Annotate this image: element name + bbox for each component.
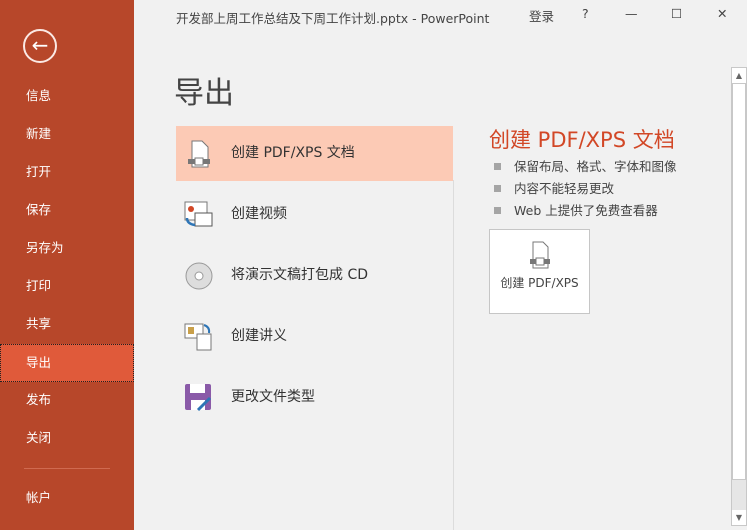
- sign-in-link[interactable]: 登录: [529, 6, 554, 25]
- option-package-cd[interactable]: 将演示文稿打包成 CD: [176, 248, 453, 303]
- nav-info[interactable]: 信息: [0, 77, 134, 115]
- save-as-type-icon: [185, 384, 212, 412]
- cd-icon: [185, 262, 213, 290]
- option-create-pdf[interactable]: 创建 PDF/XPS 文档: [176, 126, 453, 181]
- create-pdf-xps-button[interactable]: 创建 PDF/XPS: [489, 229, 590, 314]
- nav-share[interactable]: 共享: [0, 305, 134, 343]
- panel-divider: [453, 180, 454, 530]
- help-button[interactable]: ?: [582, 6, 589, 21]
- scrollbar-thumb[interactable]: [732, 83, 746, 480]
- window-title: 开发部上周工作总结及下周工作计划.pptx - PowerPoint: [176, 11, 490, 26]
- nav-open[interactable]: 打开: [0, 153, 134, 191]
- pdf-document-icon: [530, 241, 550, 269]
- vertical-scrollbar[interactable]: ▲ ▼: [731, 67, 747, 526]
- handout-icon: [184, 323, 212, 351]
- nav-export[interactable]: 导出: [0, 344, 134, 382]
- nav-save[interactable]: 保存: [0, 191, 134, 229]
- pdf-document-icon: [188, 140, 210, 168]
- option-create-video[interactable]: 创建视频: [176, 187, 453, 242]
- detail-bullet: Web 上提供了免费查看器: [494, 200, 658, 219]
- back-button[interactable]: ←: [23, 29, 57, 63]
- nav-close[interactable]: 关闭: [0, 419, 134, 457]
- nav-new[interactable]: 新建: [0, 115, 134, 153]
- scroll-up-arrow-icon[interactable]: ▲: [732, 68, 746, 83]
- sidebar-divider: [24, 468, 110, 469]
- video-icon: [184, 201, 213, 227]
- close-button[interactable]: ✕: [717, 6, 727, 21]
- nav-account[interactable]: 帐户: [0, 479, 134, 517]
- nav-print[interactable]: 打印: [0, 267, 134, 305]
- scroll-down-arrow-icon[interactable]: ▼: [732, 510, 746, 525]
- backstage-sidebar: ← 信息 新建 打开 保存 另存为 打印 共享 导出 发布 关闭 帐户: [0, 0, 134, 530]
- minimize-button[interactable]: —: [625, 6, 638, 21]
- nav-save-as[interactable]: 另存为: [0, 229, 134, 267]
- detail-bullet: 保留布局、格式、字体和图像: [494, 156, 677, 175]
- page-title: 导出: [174, 76, 234, 111]
- maximize-button[interactable]: ☐: [671, 6, 682, 21]
- option-create-handouts[interactable]: 创建讲义: [176, 309, 453, 364]
- detail-bullet: 内容不能轻易更改: [494, 178, 614, 197]
- option-change-file-type[interactable]: 更改文件类型: [176, 370, 453, 425]
- detail-title: 创建 PDF/XPS 文档: [489, 128, 675, 152]
- nav-publish[interactable]: 发布: [0, 381, 134, 419]
